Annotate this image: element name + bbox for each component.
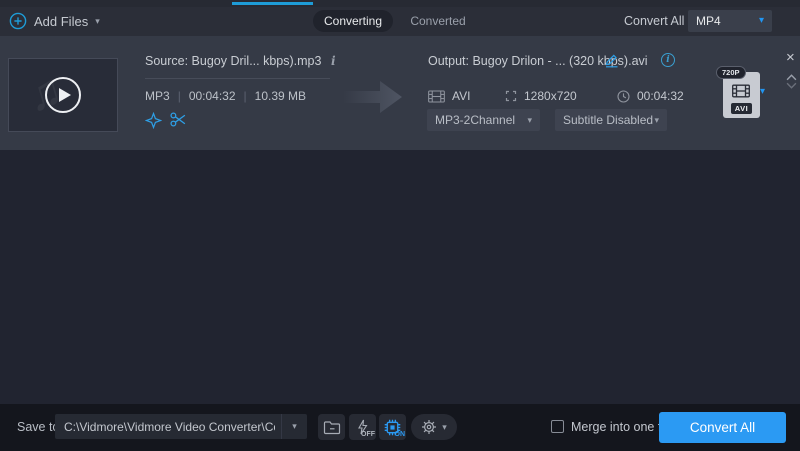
badge-quality-label: 720P [716,66,746,79]
output-resolution-info: 1280x720 [505,89,577,103]
chevron-down-icon: ▾ [654,116,659,125]
remove-file-button[interactable]: × [786,50,795,65]
source-info-icon[interactable]: i [331,54,336,68]
output-format-info: AVI [428,89,470,103]
progress-indicator [232,2,313,5]
separator: | [178,89,181,103]
output-format-text: AVI [452,89,470,103]
add-files-button[interactable]: Add Files ▾ [9,10,100,32]
film-icon [732,80,750,102]
plus-circle-icon [9,12,27,30]
scroll-down-icon[interactable] [786,76,797,94]
hyperspeed-toggle-button[interactable]: OFF [349,414,376,440]
badge-format-label: AVI [731,103,752,114]
chevron-down-icon: ▾ [527,116,532,125]
source-format: MP3 [145,89,170,103]
open-folder-button[interactable] [318,414,345,440]
scissors-icon [170,112,187,127]
source-size: 10.39 MB [255,89,306,103]
info-glyph: i [666,55,669,65]
window-top-strip [0,0,800,7]
convert-format-select[interactable]: MP4 ▾ [688,10,772,32]
save-path-dropdown-button[interactable]: ▾ [281,414,307,439]
output-duration-text: 00:04:32 [637,89,684,103]
film-icon [428,90,445,103]
chevron-down-icon: ▾ [292,422,297,431]
play-icon [59,88,71,102]
subtitle-value: Subtitle Disabled [563,113,653,127]
media-thumbnail[interactable]: ♫ [8,58,118,132]
divider [145,78,330,79]
merge-checkbox[interactable] [551,420,564,433]
subtitle-select[interactable]: Subtitle Disabled ▾ [555,109,667,131]
app-window: Add Files ▾ Converting Converted Convert… [0,0,800,451]
play-button[interactable] [45,77,81,113]
chevron-down-icon: ▾ [759,16,764,26]
add-files-label: Add Files [34,14,88,29]
source-file-label: Source: Bugoy Dril... kbps).mp3 [145,54,321,68]
source-media-info: MP3 | 00:04:32 | 10.39 MB [145,89,306,103]
magic-star-icon [145,112,162,129]
source-duration: 00:04:32 [189,89,236,103]
empty-list-area [0,150,800,404]
convert-format-value: MP4 [696,14,721,28]
save-path-field: ▾ [55,414,307,439]
audio-track-select[interactable]: MP3-2Channel ▾ [427,109,540,131]
gpu-acceleration-button[interactable]: ON [379,414,406,440]
audio-track-value: MP3-2Channel [435,113,515,127]
output-info-icon[interactable]: i [661,53,675,67]
gpu-state-label: ON [395,431,406,438]
convert-all-button[interactable]: Convert All [659,412,786,443]
resolution-icon [505,90,517,102]
cut-clip-button[interactable] [170,112,188,130]
convert-arrow-icon [342,78,404,116]
output-resolution-text: 1280x720 [524,89,577,103]
folder-icon [323,420,341,435]
pencil-icon [604,53,619,68]
chevron-down-icon: ▾ [95,17,100,26]
chevron-down-icon: ▾ [442,423,447,432]
hyperspeed-state-label: OFF [361,431,375,438]
tab-converted[interactable]: Converted [405,10,471,32]
save-path-input[interactable] [55,414,281,439]
edit-effects-button[interactable] [145,112,163,130]
profile-chevron-down-icon[interactable]: ▾ [760,87,765,97]
tab-converting[interactable]: Converting [313,10,393,32]
clock-icon [617,90,630,103]
output-duration-info: 00:04:32 [617,89,684,103]
rename-output-button[interactable] [604,53,620,69]
settings-button[interactable]: ▾ [411,414,457,440]
separator: | [244,89,247,103]
gear-icon [421,419,437,435]
